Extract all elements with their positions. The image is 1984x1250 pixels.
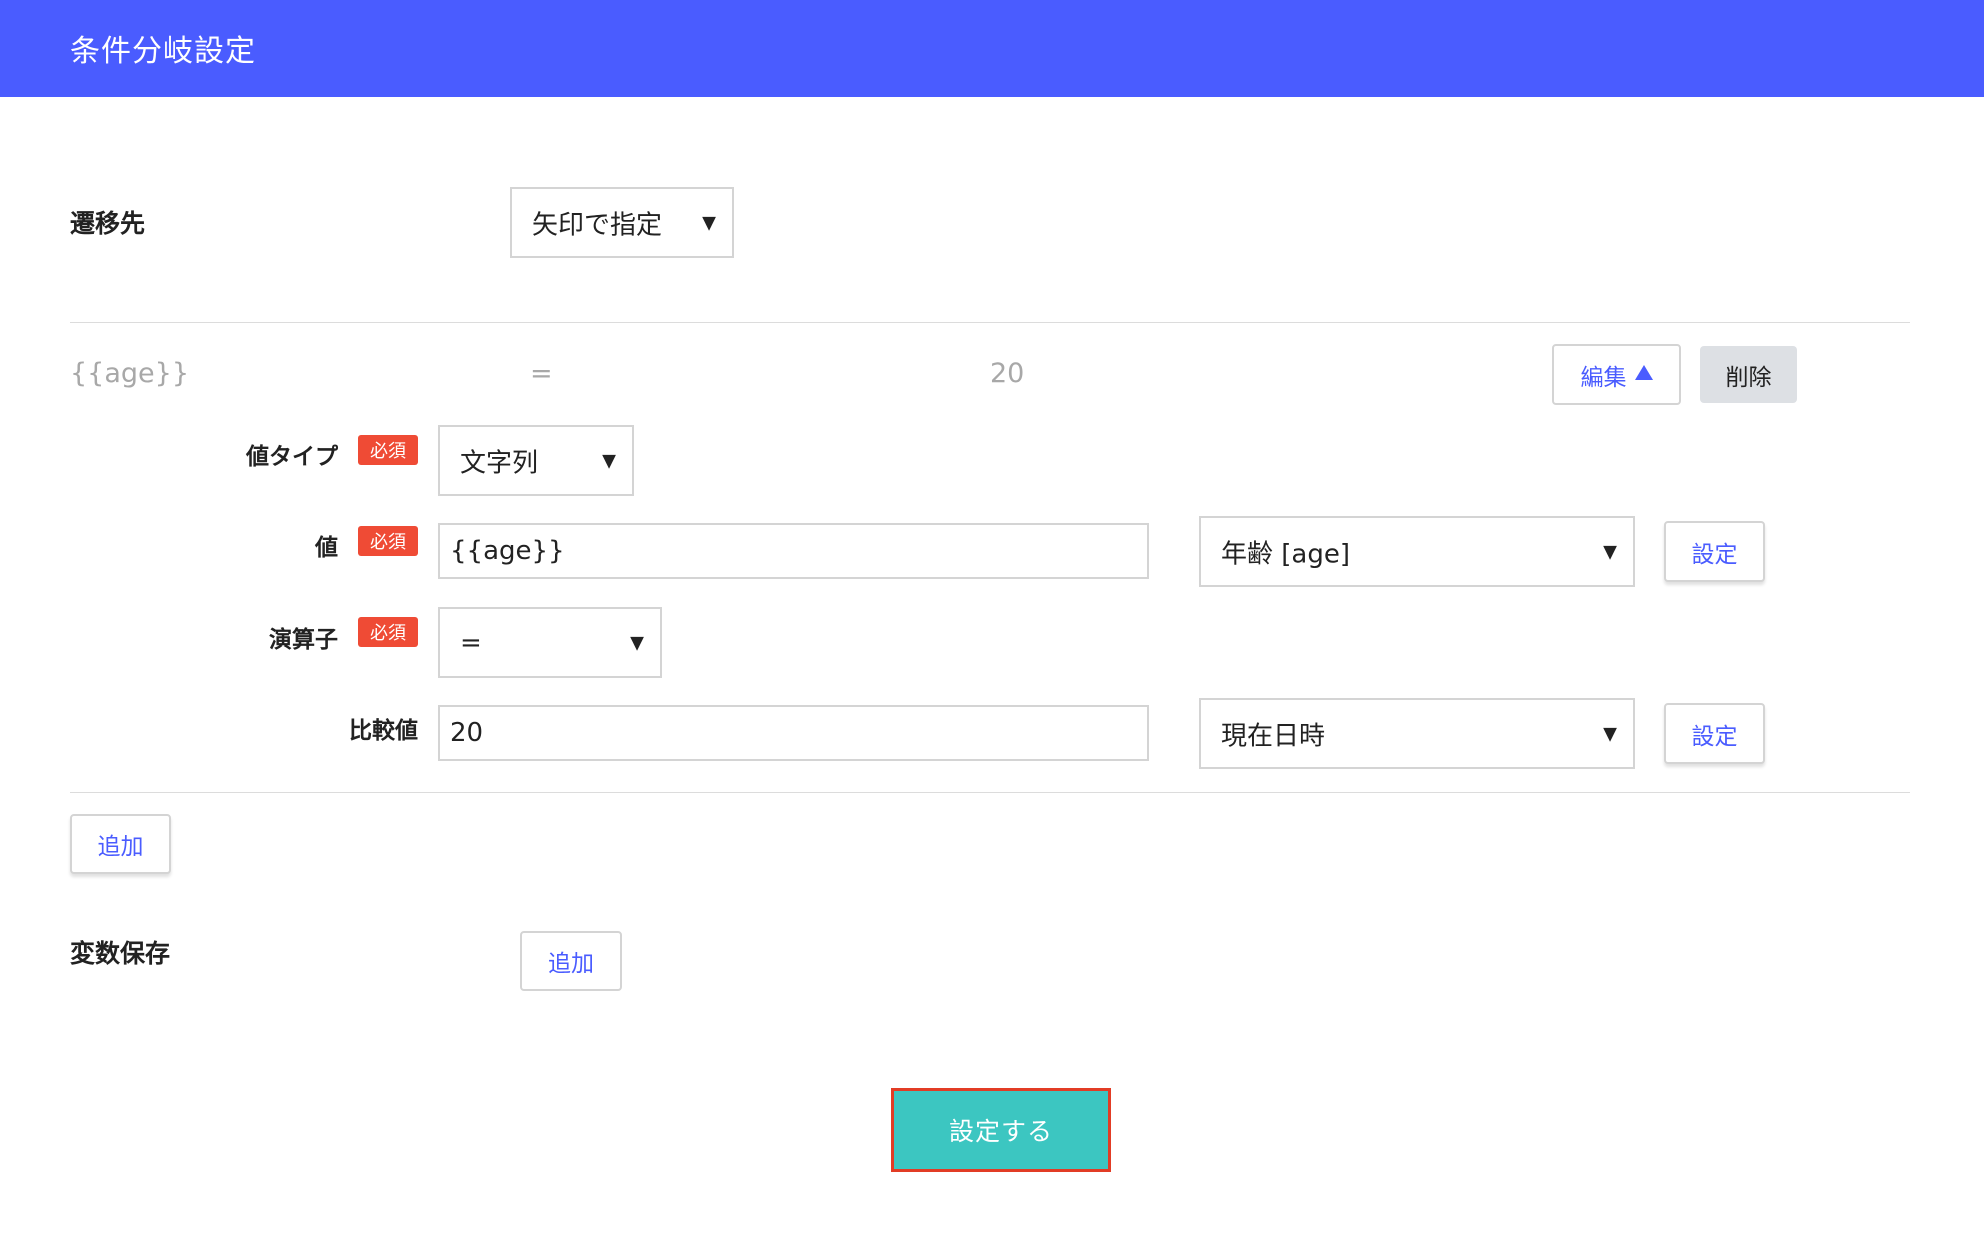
add-variable-button[interactable]: 追加 — [520, 931, 622, 991]
transition-select-value: 矢印で指定 — [532, 210, 663, 240]
value-variable-select[interactable]: 年齢 [age] ▼ — [1199, 516, 1635, 587]
divider — [70, 322, 1910, 323]
required-badge: 必須 — [358, 435, 418, 465]
transition-label: 遷移先 — [70, 209, 146, 238]
value-type-label: 値タイプ — [246, 444, 338, 470]
divider — [70, 792, 1910, 793]
transition-select[interactable]: 矢印で指定 ▼ — [510, 187, 734, 258]
page-title: 条件分岐設定 — [70, 34, 256, 69]
delete-button[interactable]: 削除 — [1700, 346, 1797, 403]
value-input[interactable] — [438, 523, 1149, 579]
compare-set-button[interactable]: 設定 — [1664, 703, 1765, 764]
condition-summary-left: {{age}} — [70, 358, 190, 389]
compare-label: 比較値 — [349, 718, 418, 744]
submit-focus-ring: 設定する — [891, 1088, 1111, 1172]
value-type-select[interactable]: 文字列 ▼ — [438, 425, 634, 496]
required-badge: 必須 — [358, 526, 418, 556]
value-variable-select-value: 年齢 [age] — [1221, 539, 1350, 569]
triangle-up-icon — [1634, 365, 1653, 380]
caret-down-icon: ▼ — [630, 632, 644, 653]
caret-down-icon: ▼ — [1603, 723, 1617, 744]
compare-variable-select[interactable]: 現在日時 ▼ — [1199, 698, 1635, 769]
condition-summary-right: 20 — [990, 358, 1025, 389]
compare-variable-select-value: 現在日時 — [1221, 721, 1326, 751]
operator-select-value: = — [460, 627, 482, 658]
edit-toggle-button[interactable]: 編集 — [1552, 344, 1681, 405]
condition-summary-operator: = — [530, 358, 553, 389]
add-condition-button[interactable]: 追加 — [70, 814, 171, 874]
caret-down-icon: ▼ — [702, 212, 716, 233]
operator-label: 演算子 — [269, 627, 338, 653]
compare-input[interactable] — [438, 705, 1149, 761]
caret-down-icon: ▼ — [602, 450, 616, 471]
value-set-button[interactable]: 設定 — [1664, 521, 1765, 582]
submit-button[interactable]: 設定する — [894, 1091, 1108, 1169]
app-header: 条件分岐設定 — [0, 0, 1984, 97]
value-label: 値 — [315, 535, 338, 561]
caret-down-icon: ▼ — [1603, 541, 1617, 562]
variable-save-label: 変数保存 — [70, 939, 171, 968]
required-badge: 必須 — [358, 617, 418, 647]
edit-button-label: 編集 — [1580, 364, 1627, 391]
value-type-select-value: 文字列 — [460, 448, 539, 478]
operator-select[interactable]: = ▼ — [438, 607, 662, 678]
